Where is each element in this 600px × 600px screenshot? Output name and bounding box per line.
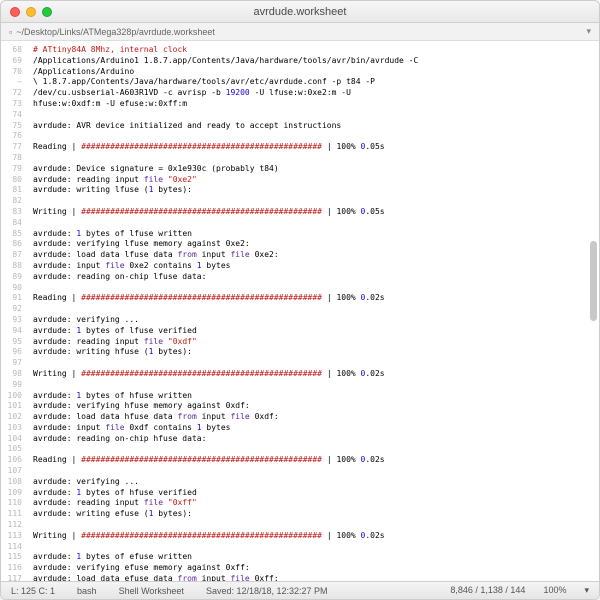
code-line[interactable]: avrdude: 1 bytes of hfuse verified [33, 488, 593, 499]
code-line[interactable]: \ 1.8.7.app/Contents/Java/hardware/tools… [33, 77, 593, 88]
window-title: avrdude.worksheet [1, 6, 599, 18]
code-line[interactable]: avrdude: reading on-chip hfuse data: [33, 434, 593, 445]
code-line[interactable]: avrdude: verifying lfuse memory against … [33, 239, 593, 250]
code-line[interactable]: avrdude: writing lfuse (1 bytes): [33, 185, 593, 196]
code-content[interactable]: # ATtiny84A 8Mhz, internal clock/Applica… [27, 41, 599, 581]
code-line[interactable]: /Applications/Arduino1 1.8.7.app/Content… [33, 56, 593, 67]
code-line[interactable] [33, 542, 593, 553]
code-line[interactable]: /Applications/Arduino [33, 67, 593, 78]
code-line[interactable]: hfuse:w:0xdf:m -U efuse:w:0xff:m [33, 99, 593, 110]
status-chars: 8,846 / 1,138 / 144 [450, 585, 525, 596]
code-line[interactable]: avrdude: reading input file "0xdf" [33, 337, 593, 348]
code-line[interactable]: Writing | ##############################… [33, 531, 593, 542]
code-line[interactable]: avrdude: load data lfuse data from input… [33, 250, 593, 261]
code-line[interactable] [33, 153, 593, 164]
code-line[interactable]: avrdude: reading input file "0xff" [33, 498, 593, 509]
code-line[interactable]: avrdude: 1 bytes of hfuse written [33, 391, 593, 402]
path-bar[interactable]: ▫ ~/Desktop/Links/ATMega328p/avrdude.wor… [1, 23, 599, 41]
code-line[interactable]: Writing | ##############################… [33, 369, 593, 380]
code-line[interactable] [33, 444, 593, 455]
code-line[interactable]: avrdude: writing efuse (1 bytes): [33, 509, 593, 520]
titlebar[interactable]: avrdude.worksheet [1, 1, 599, 23]
code-line[interactable]: avrdude: verifying hfuse memory against … [33, 401, 593, 412]
status-menu-icon[interactable]: ▾ [584, 585, 589, 596]
code-line[interactable] [33, 110, 593, 121]
code-line[interactable]: Reading | ##############################… [33, 293, 593, 304]
code-line[interactable]: Reading | ##############################… [33, 142, 593, 153]
code-line[interactable] [33, 131, 593, 142]
code-line[interactable]: avrdude: verifying ... [33, 477, 593, 488]
status-shell[interactable]: bash [77, 586, 97, 596]
code-line[interactable]: avrdude: reading input file "0xe2" [33, 175, 593, 186]
editor-area[interactable]: 686970—727374757677787980818283848586878… [1, 41, 599, 581]
code-line[interactable]: /dev/cu.usbserial-A603R1VD -c avrisp -b … [33, 88, 593, 99]
chevron-down-icon[interactable]: ▾ [586, 26, 591, 37]
code-line[interactable] [33, 466, 593, 477]
code-line[interactable] [33, 304, 593, 315]
doc-icon: ▫ [9, 27, 12, 37]
code-line[interactable]: avrdude: verifying ... [33, 315, 593, 326]
code-line[interactable] [33, 283, 593, 294]
code-line[interactable]: avrdude: 1 bytes of lfuse verified [33, 326, 593, 337]
file-path: ~/Desktop/Links/ATMega328p/avrdude.works… [16, 27, 215, 37]
code-line[interactable] [33, 358, 593, 369]
status-saved: Saved: 12/18/18, 12:32:27 PM [206, 586, 328, 596]
code-line[interactable] [33, 380, 593, 391]
code-line[interactable]: avrdude: 1 bytes of lfuse written [33, 229, 593, 240]
code-line[interactable] [33, 520, 593, 531]
code-line[interactable]: avrdude: load data efuse data from input… [33, 574, 593, 581]
code-line[interactable] [33, 196, 593, 207]
code-line[interactable]: # ATtiny84A 8Mhz, internal clock [33, 45, 593, 56]
code-line[interactable] [33, 218, 593, 229]
code-line[interactable]: avrdude: input file 0xe2 contains 1 byte… [33, 261, 593, 272]
code-line[interactable]: avrdude: verifying efuse memory against … [33, 563, 593, 574]
status-position: L: 125 C: 1 [11, 586, 55, 596]
code-line[interactable]: avrdude: input file 0xdf contains 1 byte… [33, 423, 593, 434]
code-line[interactable]: avrdude: Device signature = 0x1e930c (pr… [33, 164, 593, 175]
code-line[interactable]: Writing | ##############################… [33, 207, 593, 218]
status-zoom[interactable]: 100% [543, 585, 566, 596]
code-line[interactable]: avrdude: writing hfuse (1 bytes): [33, 347, 593, 358]
code-line[interactable]: avrdude: AVR device initialized and read… [33, 121, 593, 132]
status-type[interactable]: Shell Worksheet [119, 586, 184, 596]
code-line[interactable]: avrdude: load data hfuse data from input… [33, 412, 593, 423]
line-gutter: 686970—727374757677787980818283848586878… [1, 41, 27, 581]
status-bar: L: 125 C: 1 bash Shell Worksheet Saved: … [1, 581, 599, 599]
app-window: avrdude.worksheet ▫ ~/Desktop/Links/ATMe… [0, 0, 600, 600]
code-line[interactable]: avrdude: reading on-chip lfuse data: [33, 272, 593, 283]
code-line[interactable]: avrdude: 1 bytes of efuse written [33, 552, 593, 563]
code-line[interactable]: Reading | ##############################… [33, 455, 593, 466]
